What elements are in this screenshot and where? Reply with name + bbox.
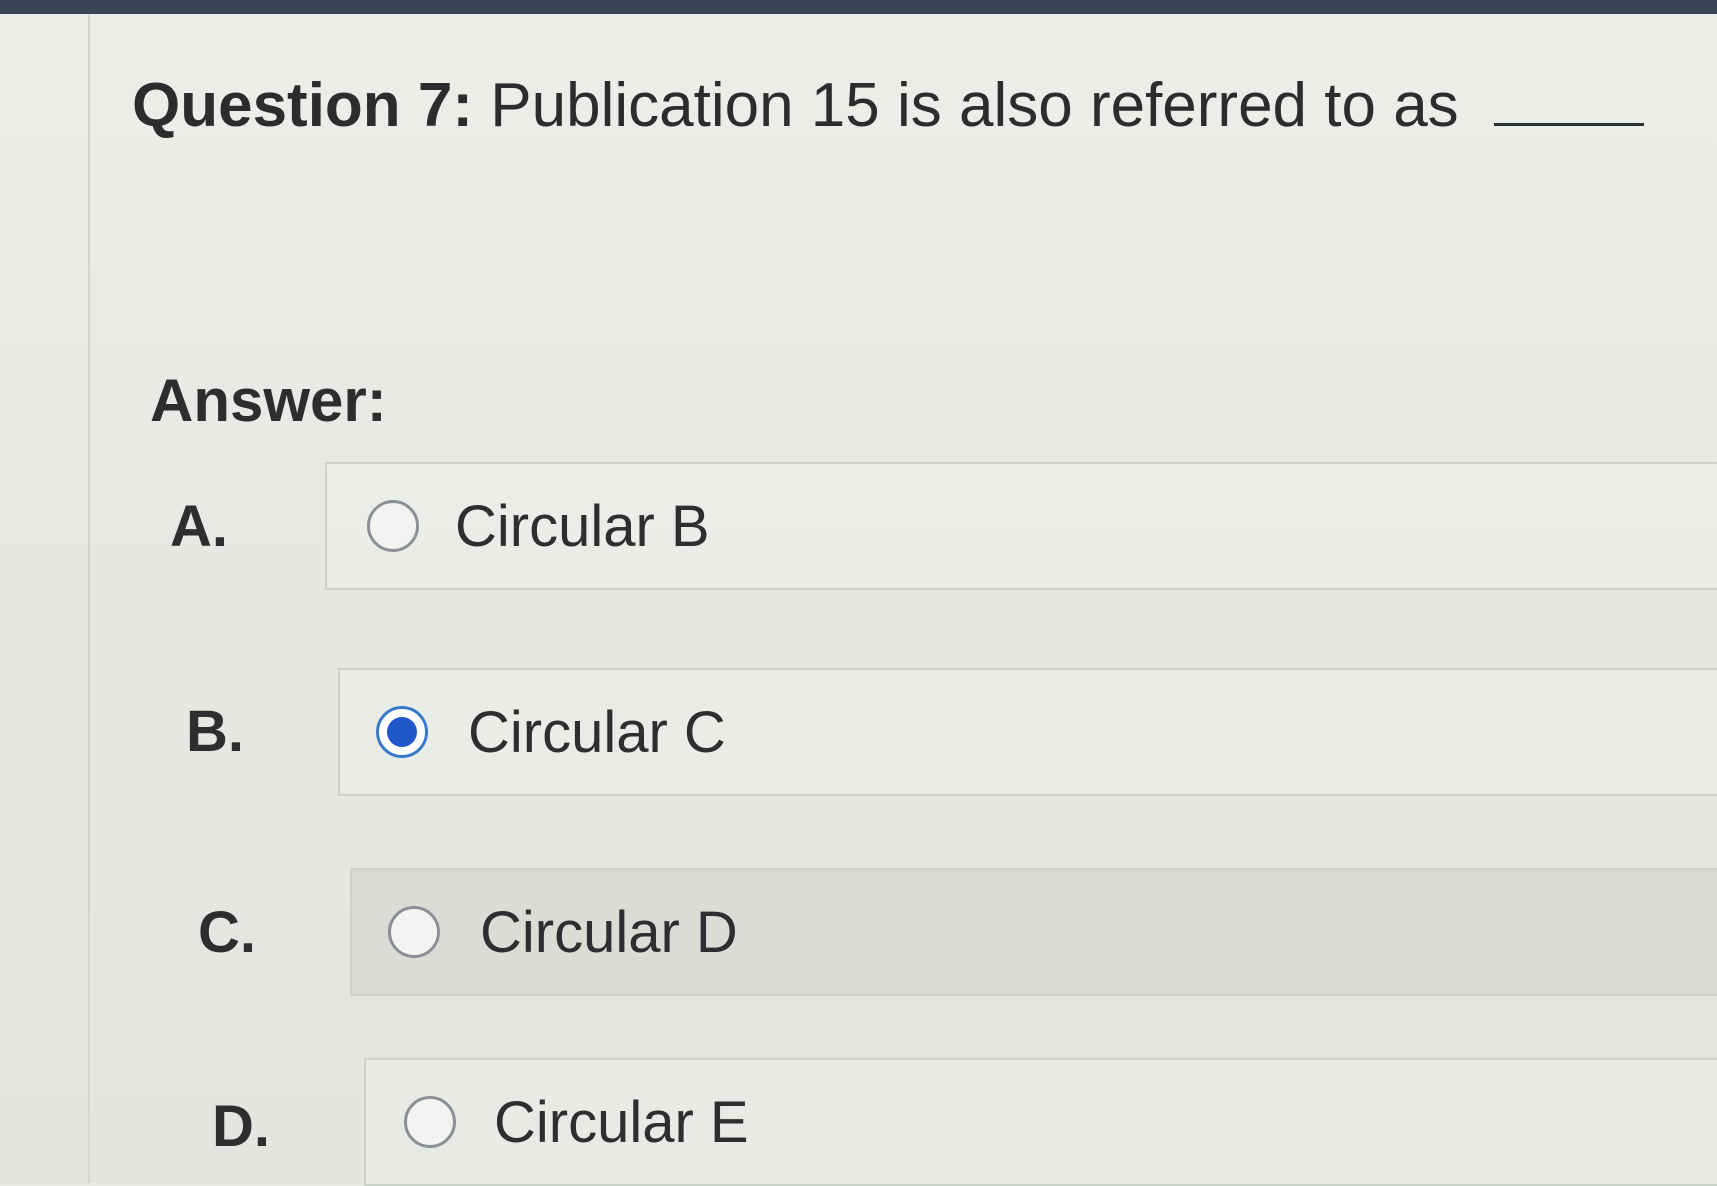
answer-blank	[1493, 71, 1644, 126]
option-b-label[interactable]: Circular C	[468, 698, 726, 768]
left-divider	[88, 14, 90, 1183]
option-b[interactable]: Circular C	[338, 668, 1717, 796]
option-d-label[interactable]: Circular E	[494, 1088, 749, 1158]
radio-button-icon[interactable]	[404, 1096, 456, 1148]
radio-button-icon[interactable]	[367, 500, 419, 552]
quiz-page	[0, 14, 1717, 1183]
top-bar	[0, 0, 1717, 14]
option-letter-a: A.	[170, 494, 228, 559]
option-letter-b: B.	[186, 699, 244, 764]
question-text: Publication 15 is also referred to as	[490, 71, 1459, 140]
question-prompt: Question 7: Publication 15 is also refer…	[132, 66, 1644, 146]
option-c[interactable]: Circular D	[350, 868, 1717, 996]
option-letter-d: D.	[212, 1094, 270, 1159]
option-a-label[interactable]: Circular B	[455, 492, 710, 562]
radio-button-selected-icon[interactable]	[376, 706, 428, 758]
option-a[interactable]: Circular B	[325, 462, 1717, 590]
question-number: Question 7:	[132, 71, 474, 140]
answer-heading: Answer:	[150, 367, 387, 434]
option-d[interactable]: Circular E	[364, 1058, 1717, 1186]
option-c-label[interactable]: Circular D	[480, 898, 738, 968]
radio-button-icon[interactable]	[388, 906, 440, 958]
option-letter-c: C.	[198, 900, 256, 965]
